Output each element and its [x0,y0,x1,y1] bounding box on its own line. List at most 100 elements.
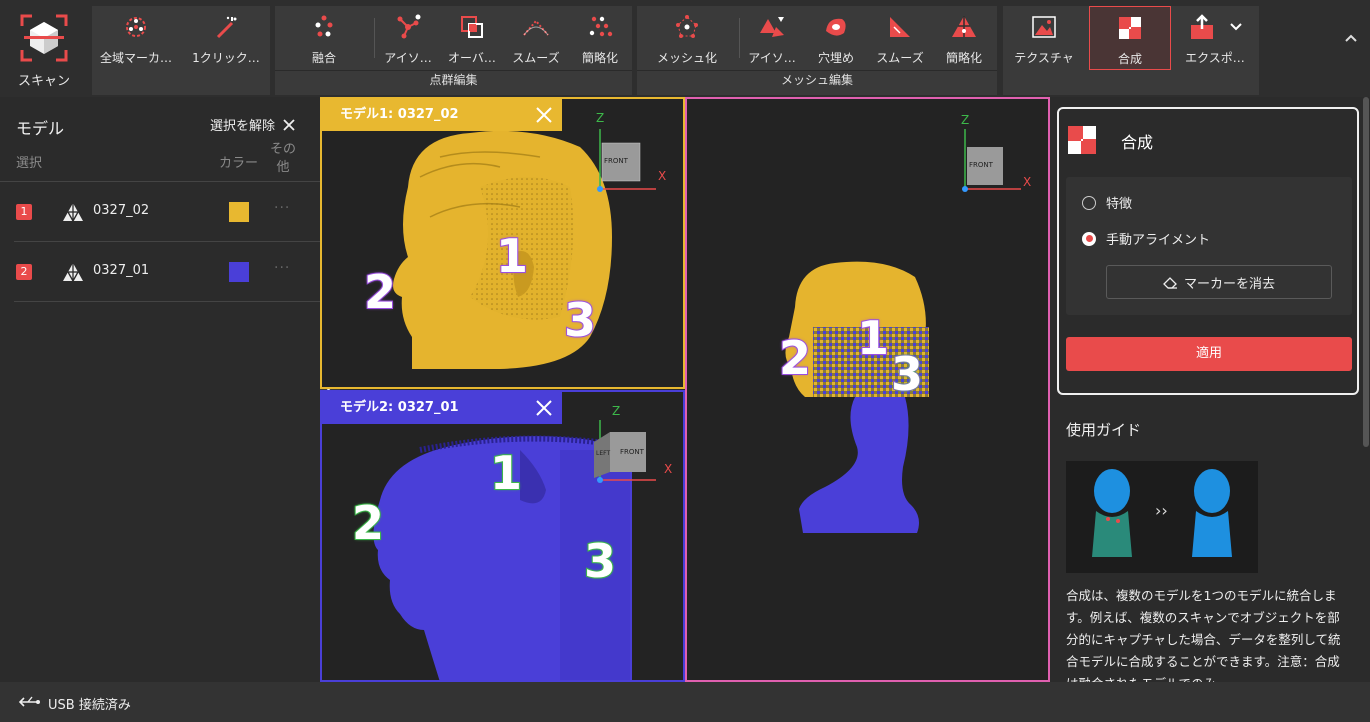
option-manual-align[interactable]: 手動アライメント [1082,229,1210,248]
model-index-badge: 2 [16,264,32,280]
mesh-isolate-icon [757,12,787,42]
model1-viewport[interactable]: モデル1: 0327_02 Z X FRONT 1 2 3 [320,97,685,389]
global-marker-label: 全域マーカ… [99,51,172,65]
guide-arrow: ›› [1155,501,1168,520]
column-other: その他 [270,142,297,175]
mesh-icon [63,203,83,222]
fill-holes-icon [821,12,851,42]
smooth-icon [521,12,551,42]
close-model1-button[interactable] [534,105,554,125]
marker-3: 3 [563,292,597,348]
fusion-label: 融合 [311,51,336,65]
export-label: エクスポ… [1185,51,1245,65]
merge-panel: 合成 特徴 手動アライメント マーカーを消去 適用 使用ガイド ›› 合成は、複… [1050,97,1370,682]
global-marker-button[interactable]: 全域マーカ… [92,6,180,70]
texture-image-icon [1029,12,1059,42]
clear-markers-label: マーカーを消去 [1183,276,1275,292]
marker-3: 3 [583,533,617,589]
export-icon [1187,12,1243,42]
model2-title: モデル2: 0327_01 [322,392,562,424]
toolbar-divider [739,18,740,58]
mesh-simplify-icon [949,12,979,42]
pc-isolate-label: アイソ… [384,51,432,65]
model-color-swatch[interactable] [229,202,249,222]
apply-button[interactable]: 適用 [1066,337,1352,371]
divider [14,301,332,302]
eraser-icon [1163,276,1177,289]
axis-gizmo [594,420,656,483]
mesh-isolate-button[interactable]: アイソ… [742,6,802,70]
usb-icon [18,696,40,707]
chevron-down-icon [1230,23,1242,31]
merge-card: 合成 特徴 手動アライメント マーカーを消去 適用 [1057,107,1359,395]
export-button[interactable]: エクスポ… [1178,6,1252,70]
view-cube-left[interactable]: LEFT [596,450,610,457]
axis-x-label: X [658,169,667,183]
radio-unchecked-icon [1082,195,1096,210]
marker-2: 2 [778,330,812,386]
clear-markers-button[interactable]: マーカーを消去 [1106,265,1332,299]
scan-button[interactable]: スキャン [8,8,80,92]
view-cube-front[interactable]: FRONT [604,157,628,165]
marker-1: 1 [495,228,529,284]
meshing-button[interactable]: メッシュ化 [648,6,726,70]
axis-x-label: X [1023,175,1032,189]
scan-icon [18,12,70,64]
axis-z-label: Z [612,404,621,418]
texture-label: テクスチャ [1014,51,1074,65]
option-feature-label: 特徴 [1106,197,1133,212]
merge-options-box: 特徴 手動アライメント マーカーを消去 [1066,177,1352,315]
fusion-icon [309,12,339,42]
pc-smooth-label: スムーズ [512,51,560,65]
mesh-simplify-label: 簡略化 [945,51,982,65]
scrollbar-thumb[interactable] [1363,97,1369,447]
scrollbar[interactable] [1363,97,1369,682]
deselect-button[interactable]: 選択を解除 [210,115,296,134]
pc-smooth-button[interactable]: スムーズ [505,6,567,70]
overlap-button[interactable]: オーバ… [442,6,502,70]
option-manual-label: 手動アライメント [1106,233,1211,248]
fill-holes-button[interactable]: 穴埋め [806,6,866,70]
merged-viewport[interactable]: Z X FRONT 1 2 3 [685,97,1050,682]
meshing-label: メッシュ化 [656,51,717,65]
close-icon [536,400,552,416]
close-model2-button[interactable] [534,398,554,418]
pointcloud-group-label: 点群編集 [275,70,632,89]
fill-holes-label: 穴埋め [817,51,854,65]
isolate-icon [393,12,423,42]
option-feature[interactable]: 特徴 [1082,193,1132,212]
model-index-badge: 1 [16,204,32,220]
more-options-button[interactable]: ··· [274,200,290,216]
toolbar: スキャン 全域マーカ… 1クリック… 融合 アイソ… オーバ… スムーズ 簡略化… [0,0,1370,97]
texture-button[interactable]: テクスチャ [1006,6,1082,70]
model2-viewport[interactable]: モデル2: 0327_01 Z X LEFT FRONT 1 2 3 [320,390,685,682]
chevron-up-icon [1345,34,1357,42]
model1-title: モデル1: 0327_02 [322,99,562,131]
model-row-1[interactable]: 1 0327_02 ··· [0,182,320,242]
marker-cluster-icon [121,12,151,42]
merge-button[interactable]: 合成 [1089,6,1171,70]
column-select: 選択 [16,156,43,171]
pc-simplify-button[interactable]: 簡略化 [570,6,630,70]
fusion-button[interactable]: 融合 [290,6,358,70]
model-row-2[interactable]: 2 0327_01 ··· [0,242,320,302]
status-bar: USB 接続済み [0,682,1370,722]
merge-panel-title: 合成 [1121,133,1154,152]
mesh-smooth-button[interactable]: スムーズ [869,6,931,70]
view-cube-front[interactable]: FRONT [620,448,644,456]
more-options-button[interactable]: ··· [274,260,290,276]
close-icon [536,107,552,123]
collapse-toolbar-button[interactable] [1341,28,1361,48]
scan-label: スキャン [17,74,70,89]
close-icon [283,118,295,131]
pc-isolate-button[interactable]: アイソ… [378,6,438,70]
magic-wand-icon [211,12,241,42]
merge-icon [1115,13,1145,43]
models-panel-title: モデル [16,119,65,138]
mesh-simplify-button[interactable]: 簡略化 [934,6,994,70]
view-cube-front[interactable]: FRONT [969,161,993,169]
one-click-button[interactable]: 1クリック… [183,6,269,70]
model-color-swatch[interactable] [229,262,249,282]
mesh-group-label: メッシュ編集 [637,70,997,89]
mesh-smooth-label: スムーズ [876,51,924,65]
